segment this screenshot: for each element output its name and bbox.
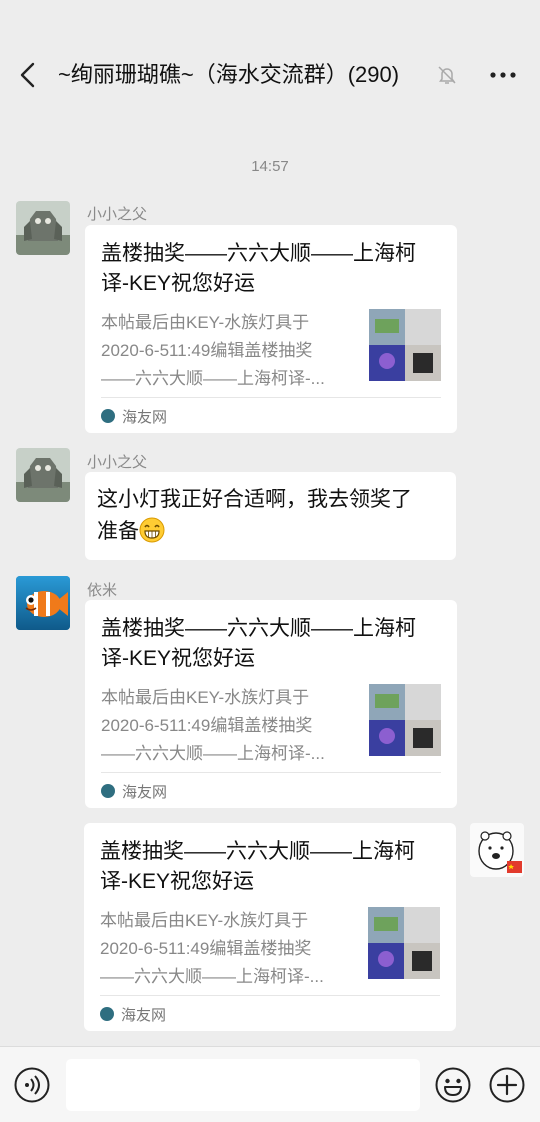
link-card-title: 盖楼抽奖——六六大顺——上海柯译-KEY祝您好运 — [100, 840, 415, 893]
chat-input-bar — [0, 1046, 540, 1122]
description-line: 2020-6-511:49编辑盖楼抽奖 — [100, 939, 312, 958]
description-line: 2020-6-511:49编辑盖楼抽奖 — [101, 716, 313, 735]
description-line: 本帖最后由KEY-水族灯具于 — [100, 911, 309, 930]
avatar-self[interactable] — [470, 823, 524, 877]
more-dots-icon[interactable] — [488, 62, 518, 88]
message-text-line-2: 准备 — [97, 520, 139, 543]
link-card-thumbnail — [368, 907, 440, 979]
description-line: 本帖最后由KEY-水族灯具于 — [101, 688, 310, 707]
time-divider: 14:57 — [251, 158, 289, 175]
link-card-thumbnail — [369, 309, 441, 381]
link-card[interactable]: 盖楼抽奖——六六大顺——上海柯译-KEY祝您好运 本帖最后由KEY-水族灯具于 2… — [84, 823, 456, 1031]
message-bubble[interactable]: 这小灯我正好合适啊，我去领奖了 准备 — [85, 472, 456, 560]
avatar[interactable] — [16, 201, 70, 255]
message-input[interactable] — [66, 1059, 420, 1111]
avatar[interactable] — [16, 576, 70, 630]
chat-header: ~绚丽珊瑚礁~（海水交流群）(290) — [0, 0, 540, 150]
link-card-title: 盖楼抽奖——六六大顺——上海柯译-KEY祝您好运 — [101, 242, 416, 295]
source-name: 海友网 — [122, 783, 168, 801]
description-line: 本帖最后由KEY-水族灯具于 — [101, 313, 310, 332]
source-logo-icon — [101, 409, 115, 423]
link-card-source: 海友网 — [101, 405, 167, 427]
message-text-line-1: 这小灯我正好合适啊，我去领奖了 — [97, 488, 412, 511]
link-card-description: 本帖最后由KEY-水族灯具于 2020-6-511:49编辑盖楼抽奖 ——六六大顺—… — [100, 907, 350, 991]
message-text: 这小灯我正好合适啊，我去领奖了 准备 — [97, 484, 412, 548]
back-arrow-icon[interactable] — [14, 60, 44, 90]
card-divider — [101, 397, 441, 398]
sender-name: 小小之父 — [87, 454, 148, 471]
description-line: ——六六大顺——上海柯译-... — [100, 967, 324, 986]
link-card-source: 海友网 — [100, 1003, 166, 1025]
source-logo-icon — [100, 1007, 114, 1021]
plus-icon[interactable] — [489, 1067, 525, 1103]
emoji-icon[interactable] — [435, 1067, 471, 1103]
bell-muted-icon — [436, 64, 458, 86]
description-line: ——六六大顺——上海柯译-... — [101, 369, 325, 388]
link-card-description: 本帖最后由KEY-水族灯具于 2020-6-511:49编辑盖楼抽奖 ——六六大顺—… — [101, 309, 351, 393]
link-card[interactable]: 盖楼抽奖——六六大顺——上海柯译-KEY祝您好运 本帖最后由KEY-水族灯具于 2… — [85, 600, 457, 808]
voice-input-icon[interactable] — [14, 1067, 50, 1103]
link-card[interactable]: 盖楼抽奖——六六大顺——上海柯译-KEY祝您好运 本帖最后由KEY-水族灯具于 2… — [85, 225, 457, 433]
chat-title: ~绚丽珊瑚礁~（海水交流群）(290) — [58, 62, 400, 87]
avatar[interactable] — [16, 448, 70, 502]
card-divider — [100, 995, 440, 996]
source-logo-icon — [101, 784, 115, 798]
sender-name: 小小之父 — [87, 206, 148, 223]
link-card-source: 海友网 — [101, 780, 167, 802]
description-line: 2020-6-511:49编辑盖楼抽奖 — [101, 341, 313, 360]
description-line: ——六六大顺——上海柯译-... — [101, 744, 325, 763]
link-card-thumbnail — [369, 684, 441, 756]
source-name: 海友网 — [122, 408, 168, 426]
link-card-description: 本帖最后由KEY-水族灯具于 2020-6-511:49编辑盖楼抽奖 ——六六大顺—… — [101, 684, 351, 768]
link-card-title: 盖楼抽奖——六六大顺——上海柯译-KEY祝您好运 — [101, 617, 416, 670]
sender-name: 依米 — [87, 582, 118, 599]
card-divider — [101, 772, 441, 773]
grinning-face-emoji — [139, 517, 165, 543]
source-name: 海友网 — [121, 1006, 167, 1024]
